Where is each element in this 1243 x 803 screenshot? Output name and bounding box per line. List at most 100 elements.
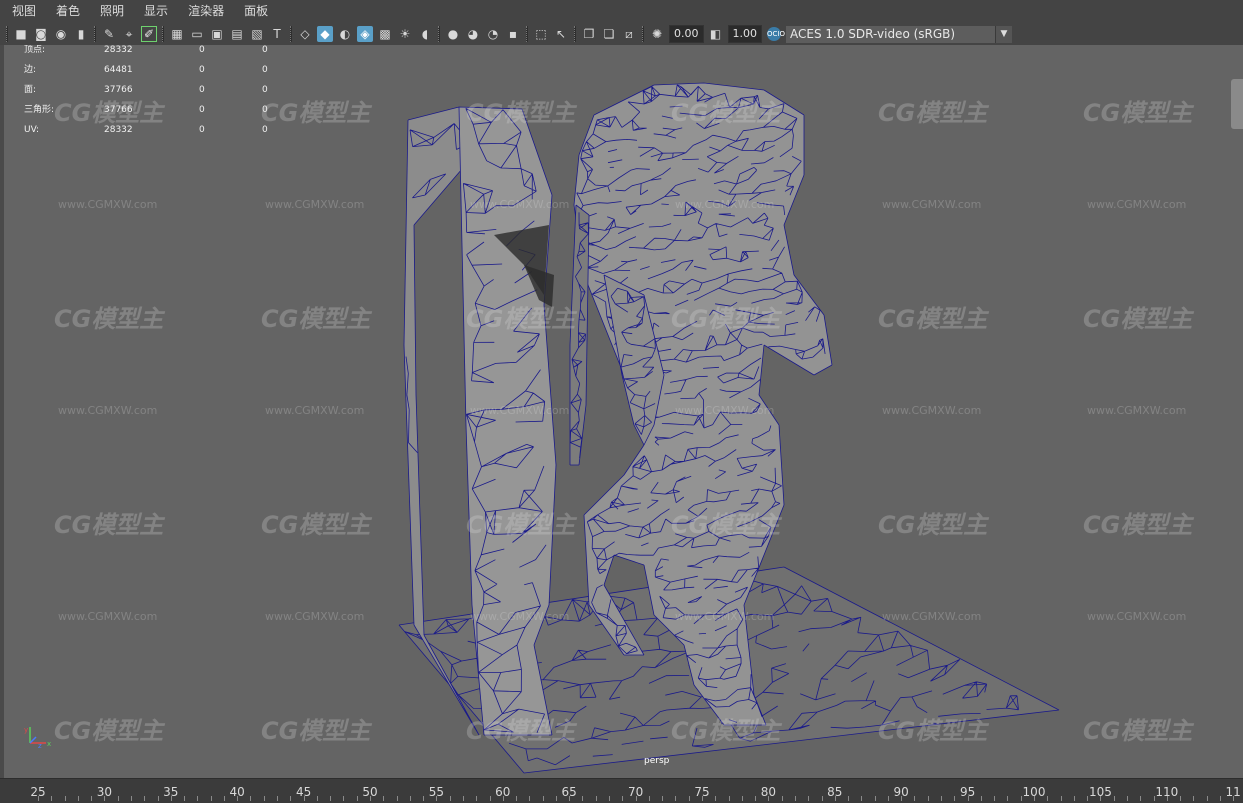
svg-text:y: y	[24, 726, 28, 734]
wireframe-icon[interactable]: ◇	[297, 26, 313, 42]
wireframe-scene	[398, 82, 1060, 774]
time-slider[interactable]: 25 30 35 40 45 50 55 60 65 70 75 80 85 90 95 100 105 110 1…	[0, 778, 1243, 803]
frame-tick	[64, 796, 66, 801]
toolbar-separator	[574, 26, 576, 42]
frame-tick	[330, 796, 332, 801]
watermark-url: www.CGMXW.com	[675, 404, 775, 417]
smooth-shade-icon[interactable]: ◆	[317, 26, 333, 42]
pencil-tool-icon[interactable]: ✐	[141, 26, 157, 42]
hud-value: 0	[262, 125, 268, 135]
frame-tick	[555, 796, 557, 801]
wireframe-on-shaded-icon[interactable]: ◈	[357, 26, 373, 42]
frame-tick	[728, 796, 730, 801]
grease-pencil-icon[interactable]: ✎	[101, 26, 117, 42]
hud-value: 0	[199, 125, 205, 135]
gamma-icon[interactable]: ◧	[708, 26, 724, 42]
poly-count-hud: 顶点: 28332 0 0 边: 64481 0 0 面: 37766 0 0 …	[24, 45, 268, 145]
2d-pan-zoom-icon[interactable]: ⌖	[121, 26, 137, 42]
frame-tick	[184, 796, 186, 801]
frame-tick	[1007, 796, 1009, 801]
exposure-icon[interactable]: ✺	[649, 26, 665, 42]
frame-tick	[569, 796, 571, 801]
watermark-logo: CG模型主	[878, 717, 988, 745]
isolate-select-icon[interactable]: ⬚	[533, 26, 549, 42]
frame-tick	[210, 796, 212, 801]
frame-tick	[887, 796, 889, 801]
frame-tick	[741, 796, 743, 801]
frame-tick	[170, 796, 172, 801]
lights-icon[interactable]: ☀	[397, 26, 413, 42]
frame-tick	[1180, 796, 1182, 801]
hud-value: 0	[262, 85, 268, 95]
frame-tick	[1219, 796, 1221, 801]
viewport-menubar: 视图 着色 照明 显示 渲染器 面板	[0, 0, 1243, 23]
watermark-logo: CG模型主	[466, 717, 576, 745]
frame-tick	[1193, 796, 1195, 801]
chevron-down-icon[interactable]: ▼	[995, 25, 1012, 43]
frame-tick	[927, 796, 929, 801]
backface-culling-icon[interactable]: ⧄	[621, 26, 637, 42]
watermark-logo: CG模型主	[261, 305, 371, 333]
menu-lighting[interactable]: 照明	[88, 0, 132, 23]
hud-value: 28332	[104, 45, 133, 55]
film-gate-icon[interactable]: ▭	[189, 26, 205, 42]
hud-value: 0	[199, 45, 205, 55]
hud-value: 0	[262, 45, 268, 55]
frame-tick	[980, 796, 982, 801]
frame-tick	[781, 796, 783, 801]
motion-blur-icon[interactable]: ◕	[465, 26, 481, 42]
field-chart-icon[interactable]: ▧	[249, 26, 265, 42]
xray-joints-icon[interactable]: ❐	[581, 26, 597, 42]
depth-of-field-icon[interactable]: ▪	[505, 26, 521, 42]
screen-space-ao-icon[interactable]: ●	[445, 26, 461, 42]
hud-value: 64481	[104, 65, 133, 75]
frame-tick	[794, 796, 796, 801]
frame-tick	[954, 796, 956, 801]
menu-renderer[interactable]: 渲染器	[176, 0, 232, 23]
exposure-field[interactable]: 0.00	[669, 25, 704, 43]
camera-icon[interactable]: ■	[13, 26, 29, 42]
menu-shading[interactable]: 着色	[44, 0, 88, 23]
default-material-icon[interactable]: ◐	[337, 26, 353, 42]
frame-tick	[874, 796, 876, 801]
toolbar-separator	[642, 26, 644, 42]
frame-tick	[1087, 796, 1089, 801]
frame-tick	[967, 796, 969, 801]
frame-tick	[277, 796, 279, 801]
hud-value: 0	[199, 85, 205, 95]
frame-tick	[157, 796, 159, 801]
svg-text:x: x	[47, 740, 51, 748]
hud-value: 28332	[104, 125, 133, 135]
xray-icon[interactable]: ↖	[553, 26, 569, 42]
hud-value: 0	[262, 65, 268, 75]
shadows-icon[interactable]: ◖	[417, 26, 433, 42]
side-panel-tab[interactable]	[1231, 79, 1243, 129]
bookmark-icon[interactable]: ◉	[53, 26, 69, 42]
watermark-logo: CG模型主	[1083, 99, 1193, 127]
toolbar-separator	[94, 26, 96, 42]
resolution-gate-icon[interactable]: ▣	[209, 26, 225, 42]
anti-aliasing-icon[interactable]: ◔	[485, 26, 501, 42]
gamma-field[interactable]: 1.00	[727, 25, 762, 43]
safe-title-icon[interactable]: T	[269, 26, 285, 42]
grid-icon[interactable]: ▦	[169, 26, 185, 42]
xray-active-icon[interactable]: ❏	[601, 26, 617, 42]
color-management-dropdown[interactable]: ACES 1.0 SDR-video (sRGB) ▼	[786, 25, 1012, 43]
svg-text:z: z	[38, 742, 42, 749]
menu-panels[interactable]: 面板	[232, 0, 276, 23]
frame-tick	[542, 796, 544, 801]
menu-show[interactable]: 显示	[132, 0, 176, 23]
color-management-toggle[interactable]: OCIO	[767, 27, 785, 41]
frame-tick	[356, 796, 358, 801]
frame-tick	[595, 796, 597, 801]
3d-viewport[interactable]: CG模型主 CG模型主 CG模型主 CG模型主 CG模型主 CG模型主 CG模型主 CG模型主…	[0, 45, 1243, 778]
watermark-logo: CG模型主	[466, 305, 576, 333]
watermark-url: www.CGMXW.com	[470, 404, 570, 417]
textured-icon[interactable]: ▩	[377, 26, 393, 42]
gate-mask-icon[interactable]: ▤	[229, 26, 245, 42]
frame-tick	[1206, 796, 1208, 801]
menu-view[interactable]: 视图	[0, 0, 44, 23]
camera-attributes-icon[interactable]: ◙	[33, 26, 49, 42]
watermark-logo: CG模型主	[1083, 511, 1193, 539]
image-plane-icon[interactable]: ▮	[73, 26, 89, 42]
